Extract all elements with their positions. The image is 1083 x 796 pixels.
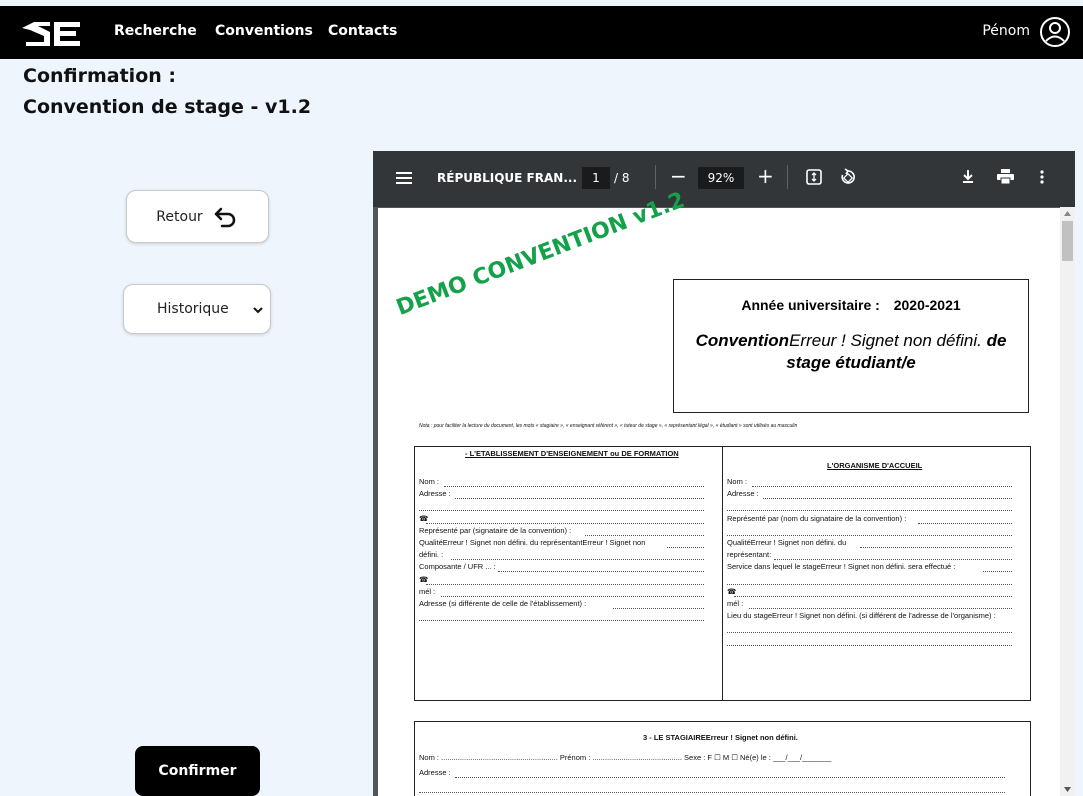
scrollbar-thumb[interactable] [1062, 221, 1073, 261]
nav-contacts[interactable]: Contacts [328, 23, 397, 39]
form-field-line: Composante / UFR ... : [419, 562, 496, 572]
form-field-line: mél : [727, 599, 744, 608]
page-count: / 8 [614, 171, 630, 185]
dotted-line [734, 595, 1012, 597]
pdf-toolbar: RÉPUBLIQUE FRAN... 1 / 8 − 92% + [373, 151, 1075, 207]
dotted-line [444, 486, 704, 487]
historique-label: Historique [157, 301, 229, 317]
toolbar-divider-2 [787, 165, 788, 189]
dotted-line [419, 510, 704, 512]
form-field-line: Adresse : [419, 489, 451, 499]
stagiaire-line2: Adresse : [419, 768, 451, 777]
left-section-header: - L'ETABLISSEMENT D'ENSEIGNEMENT ou DE F… [465, 449, 679, 458]
retour-button[interactable]: Retour [126, 190, 269, 243]
title-box: Année universitaire : 2020-2021 Conventi… [673, 279, 1029, 413]
pdf-page: DEMO CONVENTION v1.2 Année universitaire… [378, 188, 1060, 796]
dotted-line [860, 547, 1012, 548]
dotted-line [613, 608, 704, 609]
dotted-line [727, 510, 1012, 512]
form-field-line: ☎ [419, 513, 429, 523]
dotted-line [498, 571, 704, 573]
doc-note: Nota : pour faciliter la lecture du docu… [419, 423, 798, 429]
stagiaire-line1: Nom : ..................................… [419, 753, 832, 762]
form-field-line: mél : [419, 586, 436, 596]
form-field-line: Lieu du stageErreur ! Signet non défini.… [727, 611, 996, 621]
menu-icon[interactable] [396, 171, 412, 185]
pdf-scrollbar[interactable] [1060, 207, 1075, 796]
rotate-icon[interactable] [839, 168, 857, 186]
form-field-line: Adresse : [727, 489, 759, 499]
year-value: 2020-2021 [893, 297, 961, 313]
dotted-line [584, 534, 704, 536]
toolbar-divider [655, 165, 656, 189]
form-field-line: QualitéErreur ! Signet non défini. du [727, 538, 847, 547]
user-avatar-icon[interactable] [1039, 16, 1071, 48]
dotted-line [917, 522, 1012, 524]
dotted-line [451, 559, 704, 561]
year-label: Année universitaire : [741, 297, 880, 313]
dotted-line [982, 571, 1012, 573]
page-subtitle: Confirmation : [23, 65, 176, 87]
pdf-viewer[interactable]: RÉPUBLIQUE FRAN... 1 / 8 − 92% + DEMO CO… [373, 151, 1075, 796]
title-convention: Convention [695, 331, 790, 350]
form-field-line: Représenté par (signataire de la convent… [419, 525, 572, 535]
dotted-line [763, 498, 1012, 500]
top-navbar: Recherche Conventions Contacts Pénom [0, 6, 1083, 59]
demo-watermark: DEMO CONVENTION v1.2 [393, 187, 689, 321]
more-options-icon[interactable] [1040, 170, 1044, 184]
dotted-line [426, 522, 704, 524]
zoom-out-icon[interactable]: − [670, 164, 687, 188]
page-title: Convention de stage - v1.2 [23, 96, 312, 118]
dotted-line [727, 583, 1012, 585]
scroll-down-icon[interactable] [1064, 787, 1071, 792]
print-icon[interactable] [997, 169, 1014, 184]
confirmer-button[interactable]: Confirmer [135, 746, 260, 796]
dotted-line [773, 559, 1012, 561]
dotted-line [748, 608, 1012, 609]
pdf-title: RÉPUBLIQUE FRAN... [437, 171, 577, 185]
se-logo[interactable] [20, 16, 84, 50]
form-field-line: Représenté par (nom du signataire de la … [727, 513, 907, 523]
dotted-line [727, 534, 1012, 536]
form-field-line: Service dans lequel le stageErreur ! Sig… [727, 562, 956, 572]
nav-conventions[interactable]: Conventions [215, 23, 313, 39]
form-field-line: ☎ [727, 586, 737, 596]
dotted-line [455, 498, 704, 500]
dotted-line [667, 547, 704, 548]
parties-table: - L'ETABLISSEMENT D'ENSEIGNEMENT ou DE F… [414, 446, 1031, 701]
nav-recherche[interactable]: Recherche [114, 23, 197, 39]
dotted-line [727, 644, 1012, 646]
title-line2: stage étudiant/e [786, 353, 916, 372]
chevron-down-icon [253, 307, 263, 314]
stagiaire-header: 3 - LE STAGIAIREErreur ! Signet non défi… [643, 733, 798, 742]
dotted-line [419, 792, 1005, 793]
download-icon[interactable] [962, 169, 974, 184]
dotted-line [727, 632, 1012, 634]
title-error: Erreur ! Signet non défini. [789, 331, 982, 350]
dotted-line [419, 620, 704, 622]
fit-page-icon[interactable] [806, 169, 822, 185]
retour-label: Retour [156, 208, 203, 225]
stagiaire-table: 3 - LE STAGIAIREErreur ! Signet non défi… [414, 721, 1031, 796]
dotted-line [440, 595, 704, 597]
scroll-up-icon[interactable] [1064, 211, 1071, 216]
form-field-line: Nom : [419, 477, 440, 486]
form-field-line: représentant: [727, 550, 772, 560]
undo-arrow-icon [214, 207, 235, 227]
form-field-line: ☎ [419, 574, 429, 584]
form-field-line: Nom : [727, 477, 748, 486]
dotted-line [426, 583, 704, 585]
title-de: de [981, 331, 1007, 350]
form-field-line: défini. : [419, 550, 444, 560]
zoom-input[interactable]: 92% [698, 167, 744, 189]
right-section-header: L'ORGANISME D'ACCUEIL [827, 461, 923, 470]
dotted-line [752, 486, 1012, 487]
dotted-line [455, 777, 1005, 778]
zoom-in-icon[interactable]: + [757, 164, 774, 188]
page-number-input[interactable]: 1 [582, 167, 610, 189]
form-field-line: QualitéErreur ! Signet non défini. du re… [419, 538, 646, 547]
historique-select[interactable]: Historique [123, 284, 271, 334]
form-field-line: Adresse (si différente de celle de l'éta… [419, 599, 587, 608]
user-name[interactable]: Pénom [982, 23, 1030, 39]
